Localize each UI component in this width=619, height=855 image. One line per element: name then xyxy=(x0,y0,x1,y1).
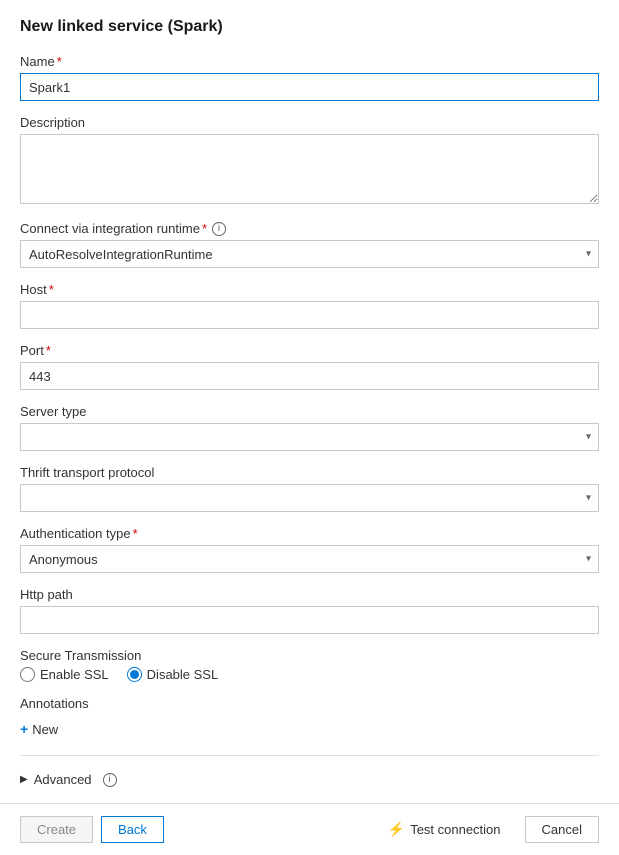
port-required: * xyxy=(46,343,51,358)
host-required: * xyxy=(49,282,54,297)
host-label: Host * xyxy=(20,282,599,297)
secure-transmission-label: Secure Transmission xyxy=(20,648,599,663)
server-type-select-wrapper: ▾ xyxy=(20,423,599,451)
integration-runtime-select[interactable]: AutoResolveIntegrationRuntime xyxy=(20,240,599,268)
http-path-label: Http path xyxy=(20,587,599,602)
footer: Create Back ⚡ Test connection Cancel xyxy=(0,803,619,855)
host-input[interactable] xyxy=(20,301,599,329)
thrift-transport-label: Thrift transport protocol xyxy=(20,465,599,480)
description-input[interactable] xyxy=(20,134,599,204)
integration-runtime-required: * xyxy=(202,221,207,236)
auth-type-required: * xyxy=(133,526,138,541)
auth-type-select[interactable]: Anonymous xyxy=(20,545,599,573)
secure-transmission-field-group: Secure Transmission Enable SSL Disable S… xyxy=(20,648,599,682)
port-field-group: Port * xyxy=(20,343,599,390)
test-connection-label: Test connection xyxy=(410,822,500,837)
name-required: * xyxy=(57,54,62,69)
name-label: Name * xyxy=(20,54,599,69)
thrift-transport-select-wrapper: ▾ xyxy=(20,484,599,512)
http-path-field-group: Http path xyxy=(20,587,599,634)
integration-runtime-select-wrapper: AutoResolveIntegrationRuntime ▾ xyxy=(20,240,599,268)
port-input[interactable] xyxy=(20,362,599,390)
new-annotation-button[interactable]: + New xyxy=(20,717,58,741)
advanced-chevron-icon: ▶ xyxy=(20,774,28,785)
disable-ssl-radio[interactable] xyxy=(127,667,142,682)
new-annotation-label: New xyxy=(32,722,58,737)
advanced-label: Advanced xyxy=(34,772,92,787)
enable-ssl-label: Enable SSL xyxy=(40,667,109,682)
disable-ssl-label: Disable SSL xyxy=(147,667,219,682)
description-label: Description xyxy=(20,115,599,130)
auth-type-label: Authentication type * xyxy=(20,526,599,541)
annotations-section: Annotations + New xyxy=(20,696,599,741)
test-connection-button[interactable]: ⚡ Test connection xyxy=(376,816,513,843)
plug-icon: ⚡ xyxy=(388,821,405,838)
thrift-transport-field-group: Thrift transport protocol ▾ xyxy=(20,465,599,512)
advanced-section[interactable]: ▶ Advanced i xyxy=(20,766,599,793)
footer-left: Create Back xyxy=(20,816,164,843)
enable-ssl-radio-item[interactable]: Enable SSL xyxy=(20,667,109,682)
thrift-transport-select[interactable] xyxy=(20,484,599,512)
plus-icon: + xyxy=(20,721,28,737)
cancel-button[interactable]: Cancel xyxy=(525,816,599,843)
enable-ssl-radio[interactable] xyxy=(20,667,35,682)
http-path-input[interactable] xyxy=(20,606,599,634)
server-type-label: Server type xyxy=(20,404,599,419)
integration-runtime-label: Connect via integration runtime * i xyxy=(20,221,599,236)
disable-ssl-radio-item[interactable]: Disable SSL xyxy=(127,667,219,682)
integration-runtime-field-group: Connect via integration runtime * i Auto… xyxy=(20,221,599,268)
ssl-radio-group: Enable SSL Disable SSL xyxy=(20,667,599,682)
page-title: New linked service (Spark) xyxy=(20,18,599,36)
footer-right: ⚡ Test connection Cancel xyxy=(376,816,599,843)
server-type-select[interactable] xyxy=(20,423,599,451)
divider xyxy=(20,755,599,756)
name-field-group: Name * xyxy=(20,54,599,101)
advanced-info-icon[interactable]: i xyxy=(103,773,117,787)
integration-runtime-info-icon[interactable]: i xyxy=(212,222,226,236)
annotations-label: Annotations xyxy=(20,696,599,711)
description-field-group: Description xyxy=(20,115,599,207)
create-button[interactable]: Create xyxy=(20,816,93,843)
auth-type-field-group: Authentication type * Anonymous ▾ xyxy=(20,526,599,573)
port-label: Port * xyxy=(20,343,599,358)
host-field-group: Host * xyxy=(20,282,599,329)
name-input[interactable] xyxy=(20,73,599,101)
back-button[interactable]: Back xyxy=(101,816,164,843)
server-type-field-group: Server type ▾ xyxy=(20,404,599,451)
auth-type-select-wrapper: Anonymous ▾ xyxy=(20,545,599,573)
